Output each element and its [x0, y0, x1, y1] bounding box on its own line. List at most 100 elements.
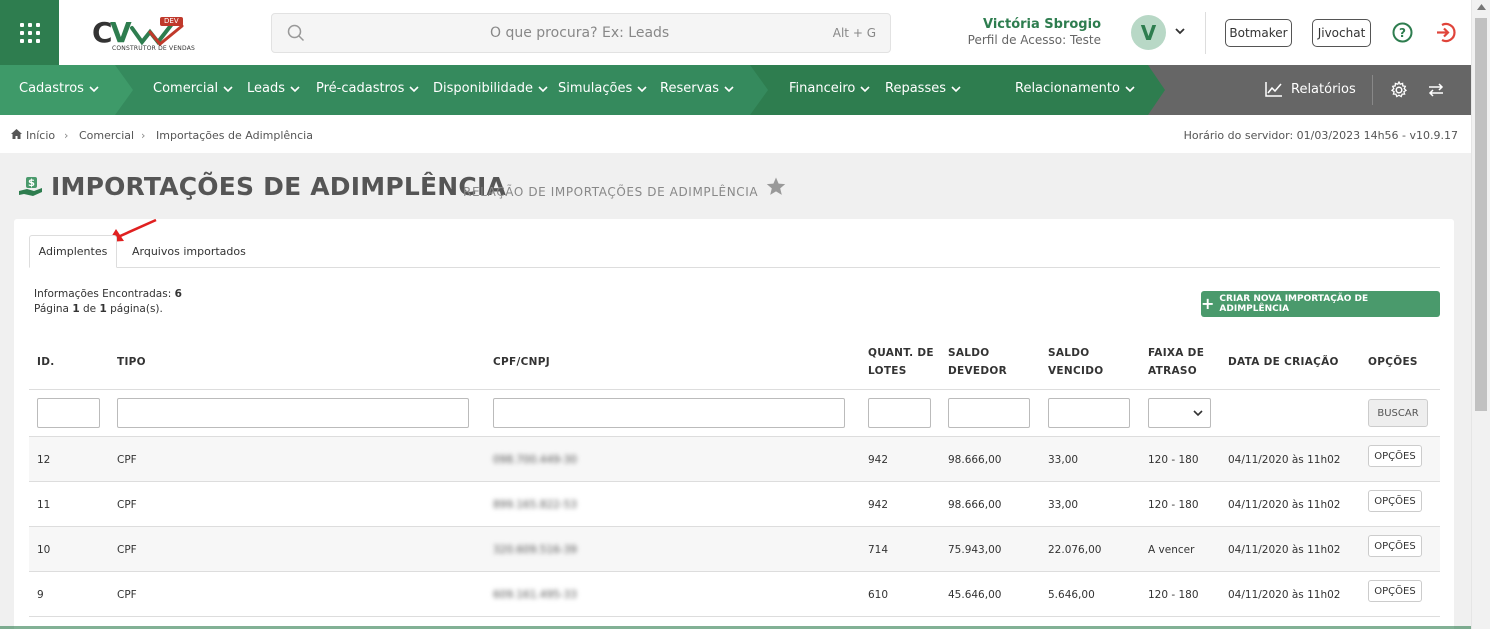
jivochat-button[interactable]: Jivochat	[1312, 19, 1371, 47]
botmaker-button[interactable]: Botmaker	[1225, 19, 1292, 47]
scrollbar-thumb[interactable]	[1475, 18, 1487, 411]
cell-saldo-devedor: 45.646,00	[948, 589, 1002, 601]
col-header-faixa-atraso[interactable]: FAIXA DE ATRASO	[1148, 344, 1204, 380]
logout-icon[interactable]	[1433, 21, 1456, 44]
filter-lotes-input[interactable]	[868, 398, 931, 428]
filter-devedor-input[interactable]	[948, 398, 1030, 428]
help-icon[interactable]: ?	[1392, 22, 1413, 43]
tab-adimplentes[interactable]: Adimplentes	[29, 235, 117, 268]
col-header-saldo-devedor[interactable]: SALDO DEVEDOR	[948, 344, 1007, 380]
nav-simulacoes[interactable]: Simulações	[558, 81, 647, 96]
row-options-button[interactable]: OPÇÕES	[1368, 490, 1422, 512]
chevron-right-icon: ›	[141, 129, 146, 142]
results-count-value: 6	[174, 288, 182, 300]
cell-faixa: 120 - 180	[1148, 499, 1199, 511]
chevron-right-icon: ›	[64, 129, 69, 142]
scrollbar[interactable]	[1471, 0, 1490, 629]
nav-reservas[interactable]: Reservas	[660, 81, 734, 96]
col-header-saldo-vencido[interactable]: SALDO VENCIDO	[1048, 344, 1103, 380]
nav-divider	[1372, 75, 1373, 105]
nav-leads-label: Leads	[247, 81, 286, 96]
tab-arquivos-importados[interactable]: Arquivos importados	[132, 245, 246, 258]
nav-financeiro[interactable]: Financeiro	[789, 81, 870, 96]
nav-disponibilidade[interactable]: Disponibilidade	[433, 81, 548, 96]
col-header-lotes[interactable]: QUANT. DE LOTES	[868, 344, 934, 380]
cell-saldo-devedor: 75.943,00	[948, 544, 1002, 556]
grid-icon	[19, 22, 40, 43]
nav-relacionamento[interactable]: Relacionamento	[1015, 81, 1135, 96]
table-row[interactable]: 9 CPF 609.161.495-33 610 45.646,00 5.646…	[29, 571, 1440, 616]
global-search[interactable]: O que procura? Ex: Leads Alt + G	[271, 13, 891, 53]
breadcrumb-home[interactable]: Início	[26, 129, 55, 142]
chevron-down-icon	[223, 85, 233, 92]
nav-relacionamento-label: Relacionamento	[1015, 81, 1120, 96]
col-header-opcoes: OPÇÕES	[1368, 356, 1418, 368]
col-header-vencido-line1: SALDO	[1048, 347, 1090, 359]
nav-cadastros[interactable]: Cadastros	[19, 81, 99, 96]
svg-text:$: $	[28, 178, 35, 189]
page-suffix: página(s).	[110, 303, 163, 315]
chevron-down-icon[interactable]	[1174, 25, 1186, 37]
swap-icon[interactable]	[1428, 83, 1444, 97]
cell-id: 11	[37, 499, 51, 511]
avatar[interactable]: V	[1131, 15, 1166, 50]
nav-comercial[interactable]: Comercial	[153, 81, 233, 96]
filter-id-input[interactable]	[37, 398, 100, 428]
main-nav: Cadastros Comercial Leads Pré-cadastros …	[0, 65, 1471, 115]
row-options-button[interactable]: OPÇÕES	[1368, 535, 1422, 557]
cell-tipo: CPF	[117, 544, 137, 556]
plus-icon: +	[1201, 294, 1215, 313]
home-icon[interactable]	[11, 129, 22, 139]
cell-faixa: 120 - 180	[1148, 589, 1199, 601]
col-header-data[interactable]: DATA DE CRIAÇÃO	[1228, 353, 1339, 371]
create-import-button[interactable]: + CRIAR NOVA IMPORTAÇÃO DE ADIMPLÊNCIA	[1201, 291, 1440, 317]
filter-tipo-input[interactable]	[117, 398, 469, 428]
star-icon[interactable]	[766, 177, 786, 196]
page-of: de	[82, 303, 97, 315]
apps-menu-button[interactable]	[0, 0, 59, 65]
col-header-devedor-line2: DEVEDOR	[948, 365, 1008, 377]
nav-leads[interactable]: Leads	[247, 81, 300, 96]
cell-saldo-vencido: 22.076,00	[1048, 544, 1102, 556]
filter-vencido-input[interactable]	[1048, 398, 1130, 428]
col-header-faixa-line2: ATRASO	[1148, 365, 1197, 377]
table-row[interactable]: 12 CPF 098.700.449-30 942 98.666,00 33,0…	[29, 436, 1440, 481]
table-row[interactable]: 10 CPF 320.609.516-39 714 75.943,00 22.0…	[29, 526, 1440, 571]
gear-icon[interactable]	[1390, 81, 1408, 99]
results-count-label: Informações Encontradas:	[34, 288, 172, 300]
svg-text:?: ?	[1399, 26, 1406, 40]
table-row[interactable]: 11 CPF 899.165.822-53 942 98.666,00 33,0…	[29, 481, 1440, 526]
tab-divider	[29, 267, 1440, 268]
chart-line-icon	[1265, 82, 1282, 97]
row-options-button[interactable]: OPÇÕES	[1368, 580, 1422, 602]
nav-pre-cadastros[interactable]: Pré-cadastros	[316, 81, 419, 96]
row-options-button[interactable]: OPÇÕES	[1368, 445, 1422, 467]
chevron-down-icon	[724, 85, 734, 92]
nav-financeiro-label: Financeiro	[789, 81, 856, 96]
search-button[interactable]: BUSCAR	[1368, 399, 1428, 427]
cell-tipo: CPF	[117, 589, 137, 601]
search-placeholder[interactable]: O que procura? Ex: Leads	[490, 25, 669, 41]
cell-lotes: 610	[868, 589, 889, 601]
cell-tipo: CPF	[117, 454, 137, 466]
col-header-tipo[interactable]: TIPO	[117, 353, 146, 371]
col-header-id[interactable]: ID.	[37, 353, 55, 371]
filter-faixa-select[interactable]	[1148, 398, 1211, 428]
logo-dev-badge: DEV	[160, 17, 183, 26]
nav-relatorios[interactable]: Relatórios	[1265, 81, 1356, 97]
scroll-up-arrow-icon[interactable]	[1477, 4, 1486, 10]
cell-data: 04/11/2020 às 11h02	[1228, 499, 1341, 511]
user-name[interactable]: Victória Sbrogio	[983, 17, 1101, 32]
search-shortcut-hint: Alt + G	[832, 26, 876, 40]
chevron-down-icon	[637, 85, 647, 92]
cell-lotes: 714	[868, 544, 889, 556]
filter-cpf-input[interactable]	[493, 398, 845, 428]
cell-saldo-vencido: 5.646,00	[1048, 589, 1095, 601]
nav-repasses[interactable]: Repasses	[885, 81, 961, 96]
chevron-down-icon	[860, 85, 870, 92]
col-header-cpf[interactable]: CPF/CNPJ	[493, 353, 550, 371]
create-import-label: CRIAR NOVA IMPORTAÇÃO DE ADIMPLÊNCIA	[1219, 294, 1369, 314]
server-time: Horário do servidor: 01/03/2023 14h56 - …	[1183, 129, 1458, 142]
breadcrumb-comercial[interactable]: Comercial	[79, 129, 134, 142]
page-subtitle: RELAÇÃO DE IMPORTAÇÕES DE ADIMPLÊNCIA	[463, 185, 759, 199]
